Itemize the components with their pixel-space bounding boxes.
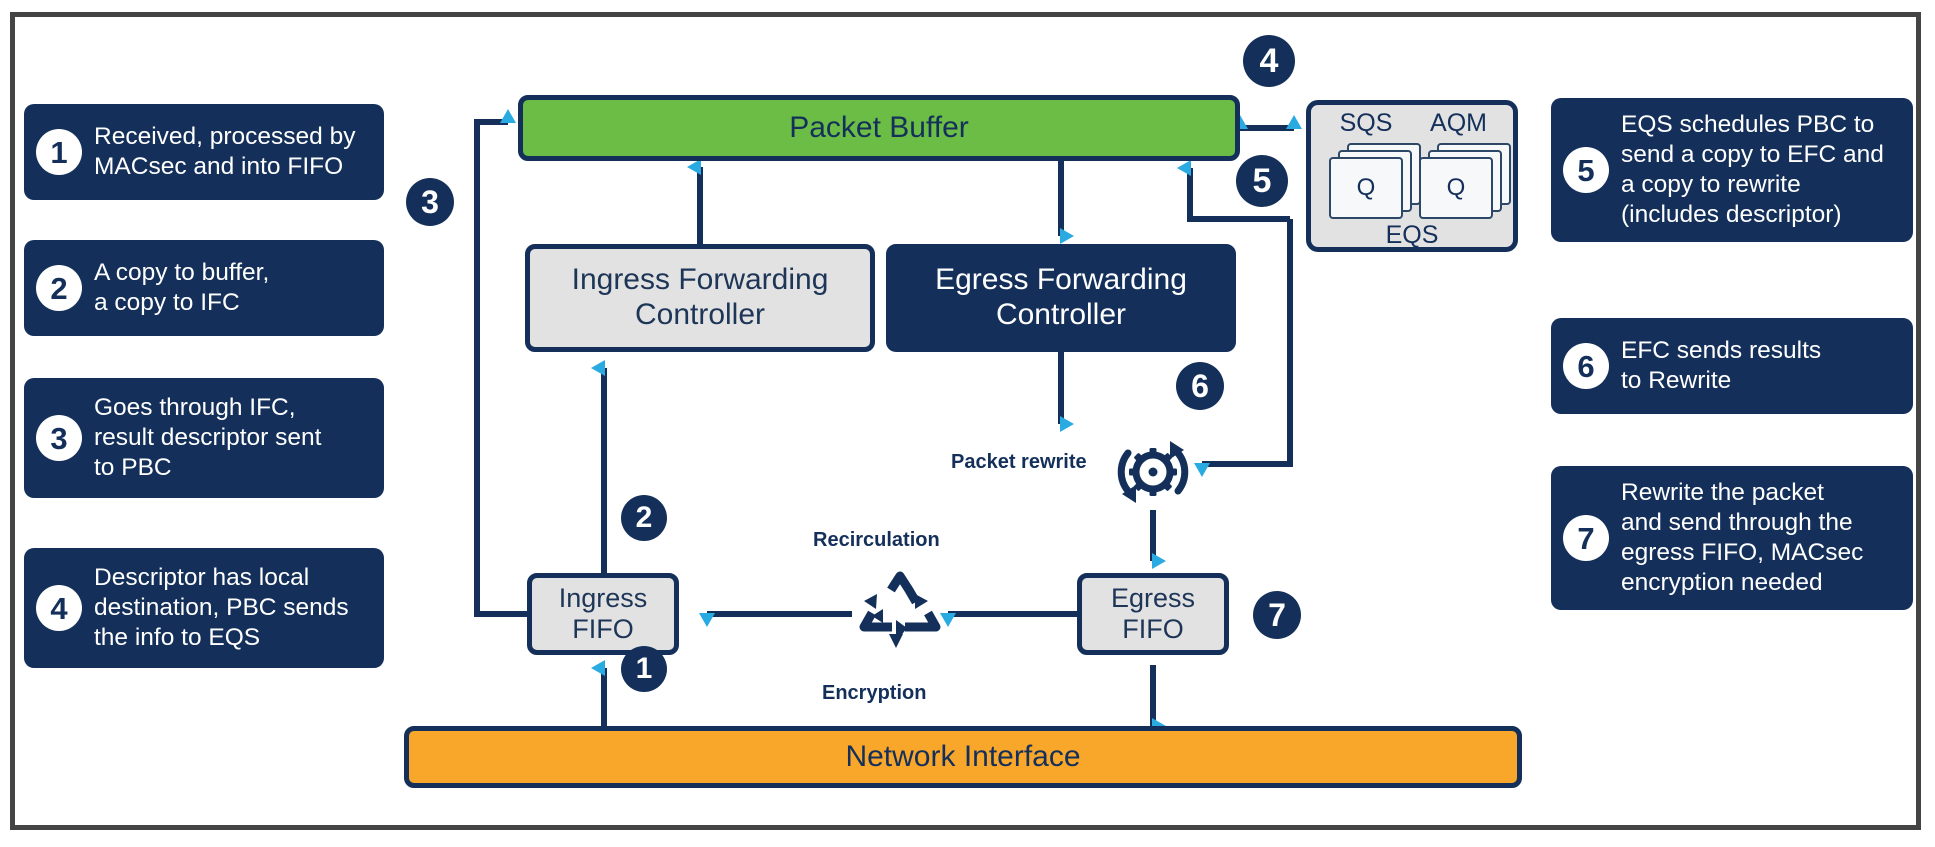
- block-network-interface[interactable]: Network Interface: [404, 726, 1522, 788]
- callout-badge: 2: [36, 265, 82, 311]
- block-label: Packet Buffer: [789, 110, 969, 144]
- queue-card: Q: [1419, 157, 1493, 219]
- step-badge-4: 4: [1243, 35, 1295, 87]
- queue-label: Q: [1356, 174, 1376, 201]
- step-badge-2: 2: [621, 495, 667, 541]
- callout-badge: 5: [1563, 147, 1609, 193]
- step-badge-6: 6: [1176, 362, 1224, 410]
- block-packet-buffer[interactable]: Packet Buffer: [518, 95, 1240, 161]
- eqs-sqs-label: SQS: [1339, 109, 1393, 137]
- callout-text: Goes through IFC, result descriptor sent…: [94, 394, 322, 481]
- eqs-aqm-label: AQM: [1430, 109, 1487, 137]
- callout-badge: 6: [1563, 343, 1609, 389]
- diagram-canvas: 1 Received, processed by MACsec and into…: [0, 0, 1935, 847]
- block-label: Ingress Forwarding Controller: [571, 263, 829, 331]
- callout-text: A copy to buffer, a copy to IFC: [94, 259, 270, 316]
- callout-text: EFC sends results to Rewrite: [1621, 337, 1822, 394]
- block-ingress-forwarding-controller[interactable]: Ingress Forwarding Controller: [525, 244, 875, 352]
- label-packet-rewrite: Packet rewrite: [951, 451, 1087, 473]
- block-egress-fifo[interactable]: Egress FIFO: [1077, 573, 1229, 655]
- callout-badge: 1: [36, 129, 82, 175]
- block-eqs[interactable]: SQS AQM Q Q EQS: [1306, 100, 1518, 252]
- block-label: Egress Forwarding Controller: [935, 263, 1187, 331]
- recycle-icon: [852, 568, 948, 660]
- block-label: Ingress FIFO: [558, 582, 648, 644]
- callout-text: Descriptor has local destination, PBC se…: [94, 564, 349, 651]
- callout-text: EQS schedules PBC to send a copy to EFC …: [1621, 111, 1884, 228]
- eqs-title: EQS: [1385, 221, 1439, 249]
- queue-label: Q: [1446, 174, 1466, 201]
- queue-card: Q: [1329, 157, 1403, 219]
- callout-step-5[interactable]: 5 EQS schedules PBC to send a copy to EF…: [1551, 98, 1913, 242]
- gear-rewrite-icon: [1108, 428, 1198, 516]
- callout-badge: 3: [36, 415, 82, 461]
- callout-step-7[interactable]: 7 Rewrite the packet and send through th…: [1551, 466, 1913, 610]
- callout-step-6[interactable]: 6 EFC sends results to Rewrite: [1551, 318, 1913, 414]
- block-label: Egress FIFO: [1110, 582, 1196, 644]
- callout-text: Received, processed by MACsec and into F…: [94, 123, 356, 180]
- callout-step-2[interactable]: 2 A copy to buffer, a copy to IFC: [24, 240, 384, 336]
- step-badge-1: 1: [621, 646, 667, 692]
- label-recirculation: Recirculation: [813, 529, 940, 551]
- step-badge-5: 5: [1236, 155, 1288, 207]
- eqs-aqm-queue-stack[interactable]: Q: [1419, 143, 1514, 221]
- label-encryption: Encryption: [822, 682, 927, 704]
- callout-step-1[interactable]: 1 Received, processed by MACsec and into…: [24, 104, 384, 200]
- block-egress-forwarding-controller[interactable]: Egress Forwarding Controller: [886, 244, 1236, 352]
- step-badge-3: 3: [406, 178, 454, 226]
- callout-step-3[interactable]: 3 Goes through IFC, result descriptor se…: [24, 378, 384, 498]
- eqs-sqs-queue-stack[interactable]: Q: [1329, 143, 1424, 221]
- block-label: Network Interface: [845, 739, 1081, 773]
- callout-badge: 4: [36, 585, 82, 631]
- callout-badge: 7: [1563, 515, 1609, 561]
- block-ingress-fifo[interactable]: Ingress FIFO: [527, 573, 679, 655]
- step-badge-7: 7: [1253, 591, 1301, 639]
- callout-text: Rewrite the packet and send through the …: [1621, 479, 1864, 596]
- callout-step-4[interactable]: 4 Descriptor has local destination, PBC …: [24, 548, 384, 668]
